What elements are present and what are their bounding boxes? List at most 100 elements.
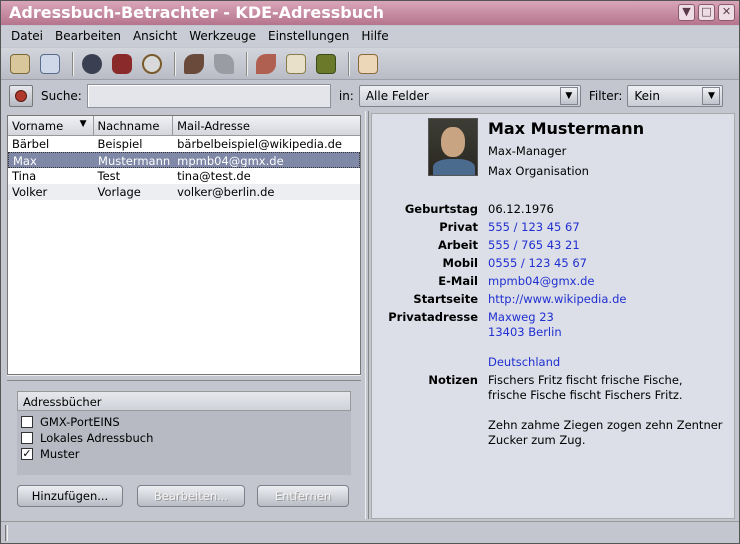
field-link[interactable]: mpmb04@gmx.de	[488, 274, 594, 288]
cell-firstname: Bärbel	[12, 137, 50, 151]
cell-lastname: Test	[97, 169, 121, 183]
field-key: Privat	[439, 220, 478, 234]
import-icon[interactable]	[37, 51, 63, 77]
add-addressbook-button[interactable]: Hinzufügen...	[17, 485, 123, 507]
left-pane: Vorname ▼ Nachname Mail-Adresse Bärbel Be…	[5, 113, 363, 519]
menu-hilfe[interactable]: Hilfe	[355, 26, 394, 47]
sort-arrow-icon: ▼	[79, 119, 87, 129]
menu-bar: Datei Bearbeiten Ansicht Werkzeuge Einst…	[1, 26, 739, 47]
contact-role: Max-Manager	[488, 144, 567, 158]
contact-name: Max Mustermann	[488, 119, 645, 138]
paste-icon[interactable]	[313, 51, 339, 77]
checkbox-checked[interactable]: ✓	[21, 448, 33, 460]
cell-mail: mpmb04@gmx.de	[177, 154, 284, 167]
clear-search-button[interactable]	[9, 84, 33, 107]
search-input[interactable]	[86, 83, 331, 108]
cell-lastname: Beispiel	[97, 137, 143, 151]
field-key: Privatadresse	[388, 310, 478, 324]
toolbar	[1, 48, 739, 80]
field-key: Geburtstag	[404, 202, 478, 216]
new-contact-icon[interactable]	[355, 51, 381, 77]
window-title: Adressbuch-Betrachter - KDE-Adressbuch	[9, 3, 385, 22]
menu-bearbeiten[interactable]: Bearbeiten	[49, 26, 127, 47]
field-link[interactable]: 555 / 765 43 21	[488, 238, 580, 252]
horizontal-splitter[interactable]	[7, 375, 361, 381]
edit-addressbook-button[interactable]: Bearbeiten...	[137, 485, 245, 507]
status-bar	[1, 521, 739, 543]
search-bar: Suche: in: Alle Felder ▼ Filter: Kein ▼	[1, 81, 739, 110]
notes-line: Fischers Fritz fischt frische Fische,	[488, 373, 683, 387]
table-row-selected[interactable]: Max Mustermann mpmb04@gmx.de	[8, 152, 360, 168]
toolbar-separator	[246, 51, 248, 76]
filter-select[interactable]: Kein ▼	[627, 84, 724, 107]
checkbox[interactable]	[21, 432, 33, 444]
cell-lastname: Mustermann	[98, 154, 171, 167]
menu-down-icon[interactable]: ▼	[678, 4, 695, 21]
contact-photo	[428, 118, 478, 176]
save-icon[interactable]	[79, 51, 105, 77]
contact-organization: Max Organisation	[488, 164, 589, 178]
toolbar-separator	[174, 51, 176, 76]
contact-detail-pane: Max Mustermann Max-Manager Max Organisat…	[371, 113, 735, 519]
field-key: Arbeit	[437, 238, 478, 252]
vertical-splitter[interactable]	[365, 111, 369, 519]
column-label: Vorname	[12, 119, 64, 133]
search-icon[interactable]	[139, 51, 165, 77]
filter-label: Filter:	[588, 88, 623, 103]
field-value: 06.12.1976	[488, 202, 554, 216]
maximize-icon[interactable]: □	[698, 4, 715, 21]
table-row[interactable]: Volker Vorlage volker@berlin.de	[8, 184, 360, 200]
field-link[interactable]: 555 / 123 45 67	[488, 220, 580, 234]
addressbook-item-gmx[interactable]: GMX-PortEINS	[17, 414, 351, 430]
list-header: Vorname ▼ Nachname Mail-Adresse	[8, 116, 360, 136]
menu-datei[interactable]: Datei	[5, 26, 49, 47]
chevron-down-icon: ▼	[702, 86, 721, 105]
field-key: Mobil	[442, 256, 478, 270]
chevron-down-icon: ▼	[559, 86, 578, 105]
column-header-lastname[interactable]: Nachname	[94, 116, 174, 135]
menu-werkzeuge[interactable]: Werkzeuge	[183, 26, 262, 47]
contact-list[interactable]: Vorname ▼ Nachname Mail-Adresse Bärbel Be…	[7, 115, 361, 375]
field-link[interactable]: Deutschland	[488, 355, 560, 369]
menu-ansicht[interactable]: Ansicht	[127, 26, 183, 47]
copy-icon[interactable]	[283, 51, 309, 77]
undo-icon[interactable]	[181, 51, 207, 77]
addressbook-item-local[interactable]: Lokales Adressbuch	[17, 430, 351, 446]
search-label: Suche:	[41, 88, 82, 103]
cell-firstname: Volker	[12, 185, 48, 199]
open-addressbook-icon[interactable]	[7, 51, 33, 77]
filter-select-value: Kein	[634, 88, 660, 103]
column-header-firstname[interactable]: Vorname ▼	[8, 116, 94, 135]
field-link[interactable]: Maxweg 23	[488, 310, 554, 324]
toolbar-separator	[72, 51, 74, 76]
status-grip	[5, 525, 8, 541]
field-key: E-Mail	[438, 274, 478, 288]
title-bar[interactable]: Adressbuch-Betrachter - KDE-Adressbuch ▼…	[1, 1, 739, 25]
main-window: Adressbuch-Betrachter - KDE-Adressbuch ▼…	[0, 0, 740, 544]
cut-icon[interactable]	[253, 51, 279, 77]
field-link[interactable]: 13403 Berlin	[488, 325, 562, 339]
field-select-value: Alle Felder	[365, 88, 429, 103]
print-icon[interactable]	[109, 51, 135, 77]
addressbook-item-muster[interactable]: ✓ Muster	[17, 446, 351, 462]
field-link[interactable]: 0555 / 123 45 67	[488, 256, 587, 270]
toolbar-separator	[348, 51, 350, 76]
cell-mail: tina@test.de	[177, 169, 251, 183]
redo-icon[interactable]	[211, 51, 237, 77]
checkbox[interactable]	[21, 416, 33, 428]
field-select[interactable]: Alle Felder ▼	[358, 84, 581, 107]
cell-firstname: Max	[13, 154, 37, 167]
notes-line: frische Fische fischt Fischers Fritz.	[488, 388, 683, 402]
column-header-mail[interactable]: Mail-Adresse	[173, 116, 360, 135]
clear-icon	[15, 89, 27, 102]
addressbook-label: Lokales Adressbuch	[40, 431, 154, 445]
table-row[interactable]: Tina Test tina@test.de	[8, 168, 360, 184]
cell-mail: volker@berlin.de	[177, 185, 275, 199]
menu-einstellungen[interactable]: Einstellungen	[262, 26, 355, 47]
field-link[interactable]: http://www.wikipedia.de	[488, 292, 626, 306]
addressbook-panel: Adressbücher GMX-PortEINS Lokales Adress…	[17, 391, 351, 475]
remove-addressbook-button[interactable]: Entfernen	[257, 485, 349, 507]
close-icon[interactable]: ✕	[718, 4, 735, 21]
in-label: in:	[338, 88, 354, 103]
table-row[interactable]: Bärbel Beispiel bärbelbeispiel@wikipedia…	[8, 136, 360, 152]
